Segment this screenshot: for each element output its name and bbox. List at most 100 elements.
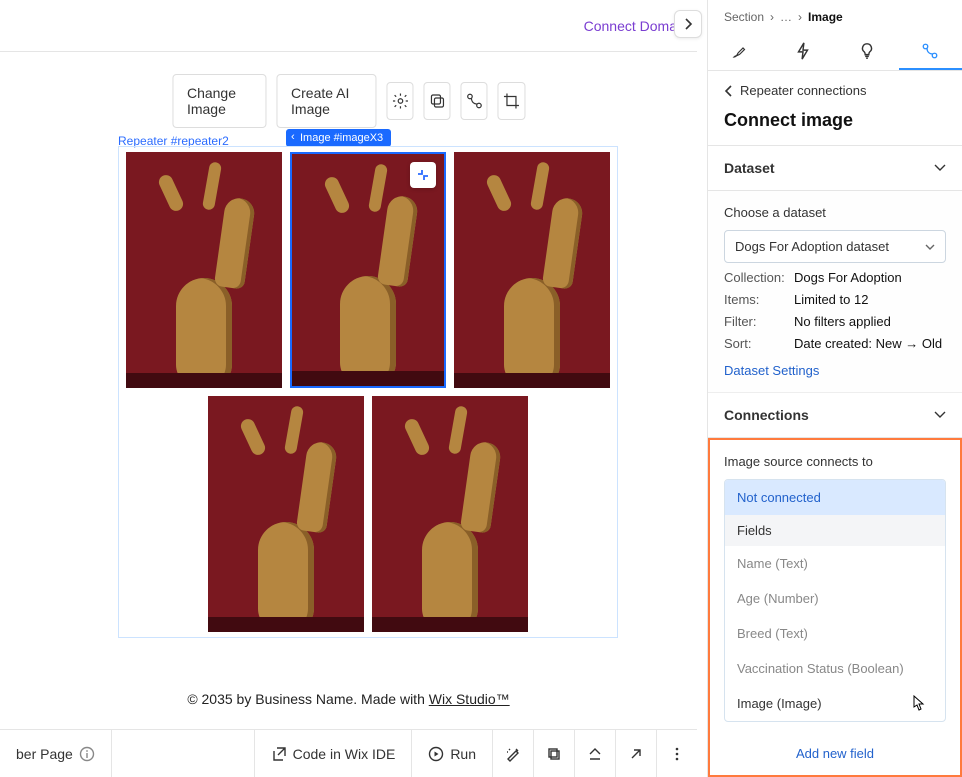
items-key: Items:	[724, 292, 794, 307]
dataset-settings-link[interactable]: Dataset Settings	[724, 363, 819, 378]
expand-icon	[587, 746, 603, 762]
connections-body: Image source connects to Not connected F…	[710, 440, 960, 732]
panel-back-label: Repeater connections	[740, 83, 866, 98]
bottom-bar: ber Page Code in Wix IDE Run	[0, 729, 697, 777]
dropdown-field-vaccination[interactable]: Vaccination Status (Boolean)	[725, 651, 945, 686]
sort-key: Sort:	[724, 336, 794, 351]
chevron-right-icon	[682, 18, 694, 30]
copy-button[interactable]	[424, 82, 451, 120]
bottom-spacer	[112, 730, 255, 777]
chevron-down-icon	[934, 164, 946, 172]
breadcrumb-current: Image	[808, 10, 843, 24]
dropdown-option-not-connected[interactable]: Not connected	[725, 480, 945, 515]
tab-connect[interactable]	[899, 34, 962, 70]
dropdown-field-breed[interactable]: Breed (Text)	[725, 616, 945, 651]
dataset-section-body: Choose a dataset Dogs For Adoption datas…	[708, 191, 962, 393]
breadcrumb: Section › … › Image	[708, 0, 962, 34]
create-ai-image-button[interactable]: Create AI Image	[276, 74, 377, 128]
repeater-item[interactable]	[372, 396, 528, 632]
copy-icon	[428, 92, 446, 110]
breadcrumb-mid[interactable]: …	[780, 10, 792, 24]
image-source-dropdown: Not connected Fields Name (Text) Age (Nu…	[724, 479, 946, 722]
dropdown-fields-header: Fields	[725, 515, 945, 546]
compress-icon	[416, 168, 430, 182]
panel-title: Connect image	[708, 110, 962, 146]
cat-image	[208, 396, 364, 632]
image-grid	[119, 152, 617, 632]
dropdown-field-age[interactable]: Age (Number)	[725, 581, 945, 616]
connections-highlight: Image source connects to Not connected F…	[708, 438, 962, 777]
more-button[interactable]	[657, 730, 697, 777]
filter-key: Filter:	[724, 314, 794, 329]
more-vertical-icon	[669, 746, 685, 762]
dropdown-field-name[interactable]: Name (Text)	[725, 546, 945, 581]
chevron-down-icon	[934, 411, 946, 419]
breadcrumb-sep: ›	[798, 10, 802, 24]
cat-image	[126, 152, 282, 388]
items-value: Limited to 12	[794, 292, 868, 307]
info-icon	[79, 746, 95, 762]
floating-toolbar: Change Image Create AI Image	[172, 74, 525, 128]
breadcrumb-root[interactable]: Section	[724, 10, 764, 24]
tab-design[interactable]	[708, 34, 772, 70]
panel-back-button[interactable]: Repeater connections	[708, 71, 962, 110]
expand-button[interactable]	[575, 730, 616, 777]
connect-icon	[921, 42, 939, 60]
footer-copyright: © 2035 by Business Name. Made with	[187, 691, 428, 707]
top-bar: Connect Doma	[0, 0, 697, 52]
choose-dataset-label: Choose a dataset	[724, 205, 946, 220]
crop-icon	[502, 92, 520, 110]
page-indicator[interactable]: ber Page	[0, 730, 112, 777]
right-panel: Section › … › Image Repeater connections…	[707, 0, 962, 777]
layers-icon	[546, 746, 562, 762]
run-button[interactable]: Run	[412, 730, 493, 777]
repeater-item[interactable]	[454, 152, 610, 388]
run-label: Run	[450, 746, 476, 762]
code-ide-label: Code in Wix IDE	[293, 746, 396, 762]
filter-value: No filters applied	[794, 314, 891, 329]
change-image-button[interactable]: Change Image	[172, 74, 266, 128]
sort-value: Date created: New → Old	[794, 336, 942, 351]
code-ide-button[interactable]: Code in Wix IDE	[255, 730, 413, 777]
wand-button[interactable]	[493, 730, 534, 777]
image-source-label: Image source connects to	[724, 454, 946, 469]
dataset-select[interactable]: Dogs For Adoption dataset	[724, 230, 946, 263]
layers-button[interactable]	[534, 730, 575, 777]
idea-icon	[859, 42, 875, 60]
cursor-icon	[911, 695, 927, 713]
connect-data-button[interactable]	[461, 82, 488, 120]
connect-domain-link[interactable]: Connect Doma	[584, 18, 677, 34]
resize-handle[interactable]	[410, 162, 436, 188]
settings-button[interactable]	[387, 82, 414, 120]
connections-section-head[interactable]: Connections	[708, 393, 962, 438]
add-new-field-button[interactable]: Add new field	[710, 732, 960, 775]
breadcrumb-sep: ›	[770, 10, 774, 24]
panel-collapse-button[interactable]	[674, 10, 702, 38]
repeater-item-selected[interactable]	[290, 152, 446, 388]
crop-button[interactable]	[498, 82, 525, 120]
cat-image	[454, 152, 610, 388]
cat-image	[372, 396, 528, 632]
repeater-container	[118, 146, 618, 638]
open-button[interactable]	[616, 730, 657, 777]
repeater-item[interactable]	[126, 152, 282, 388]
connections-head-label: Connections	[724, 407, 809, 423]
dataset-selected-value: Dogs For Adoption dataset	[735, 239, 889, 254]
play-icon	[428, 746, 444, 762]
tab-animation[interactable]	[772, 34, 836, 70]
dataset-section-head[interactable]: Dataset	[708, 146, 962, 191]
page-label: ber Page	[16, 746, 73, 762]
external-icon	[271, 746, 287, 762]
collection-key: Collection:	[724, 270, 794, 285]
repeater-item[interactable]	[208, 396, 364, 632]
wix-studio-link[interactable]: Wix Studio™	[429, 691, 510, 707]
panel-tabs	[708, 34, 962, 71]
footer-text: © 2035 by Business Name. Made with Wix S…	[0, 691, 697, 707]
lightning-icon	[795, 42, 811, 60]
dropdown-field-image[interactable]: Image (Image)	[725, 686, 945, 721]
selected-element-tag[interactable]: Image #imageX3	[286, 129, 391, 147]
canvas-area: Change Image Create AI Image Repeater #r…	[0, 52, 697, 729]
dropdown-field-image-label: Image (Image)	[737, 696, 822, 711]
tab-interactions[interactable]	[835, 34, 899, 70]
brush-icon	[731, 42, 749, 60]
